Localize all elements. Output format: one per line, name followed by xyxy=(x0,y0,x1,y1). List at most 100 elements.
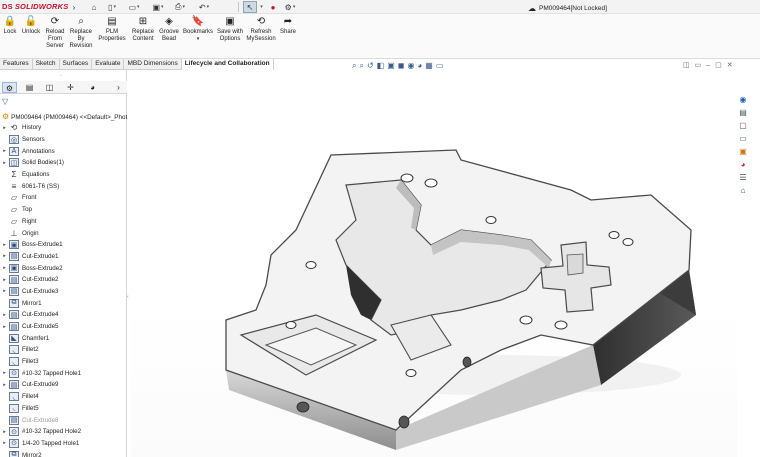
design-library-icon[interactable]: ▤ xyxy=(737,107,749,118)
tree-item[interactable]: ▸ ▤ Cut-Extrude5 xyxy=(0,321,127,333)
tree-item[interactable]: ⊥ Origin xyxy=(0,227,127,239)
folder-icon[interactable]: ▭ xyxy=(737,133,749,144)
select-icon[interactable]: ↖ xyxy=(243,1,257,13)
expand-arrow-icon[interactable]: ▸ xyxy=(0,265,9,271)
expand-arrow-icon[interactable]: ▸ xyxy=(0,148,9,154)
expand-menu-icon[interactable]: › xyxy=(70,1,78,13)
tree-item[interactable]: ▸ ⊙ 1/4-20 Tapped Hole1 xyxy=(0,438,127,450)
cut-extrude-icon: ▤ xyxy=(9,380,19,390)
feature-manager-tab-icon[interactable]: ⚙ xyxy=(2,82,17,93)
view-palette-icon[interactable]: ▣ xyxy=(737,146,749,157)
sensor-icon: ◎ xyxy=(9,135,19,145)
tab-features[interactable]: Features xyxy=(0,59,33,70)
minimize-icon[interactable]: – xyxy=(706,62,715,69)
tree-item[interactable]: ▸ ◫ Solid Bodies(1) xyxy=(0,157,127,169)
tree-item[interactable]: ▸ ▤ Cut-Extrude9 xyxy=(0,379,127,391)
display-manager-tab-icon[interactable]: ◕ xyxy=(85,82,100,93)
bookmarks-caret-icon: ▾ xyxy=(196,36,200,42)
tree-root[interactable]: ⚙ PM009464 (PM009464) <<Default>_Phot xyxy=(2,112,127,121)
tree-item[interactable]: ⧉ Mirror1 xyxy=(0,297,127,309)
graphics-area[interactable] xyxy=(131,70,737,457)
tree-item[interactable]: ▱ Right xyxy=(0,216,127,228)
tree-item[interactable]: ▸ ▤ Cut-Extrude2 xyxy=(0,274,127,286)
expand-arrow-icon[interactable]: ▸ xyxy=(0,370,9,376)
dimxpert-tab-icon[interactable]: ✛ xyxy=(63,82,78,93)
expand-arrow-icon[interactable]: ▸ xyxy=(0,253,9,259)
restore-icon[interactable]: ◫ xyxy=(683,62,695,69)
tree-item[interactable]: ▸ ▤ Cut-Extrude3 xyxy=(0,286,127,298)
select-caret-icon[interactable]: ▾ xyxy=(258,1,264,13)
expand-arrow-icon[interactable]: ▸ xyxy=(0,288,9,294)
appearances-icon[interactable]: ◕ xyxy=(737,159,749,170)
expand-arrow-icon[interactable]: ▸ xyxy=(0,324,9,330)
plm-properties-button[interactable]: ▤ PLM Properties xyxy=(96,16,128,43)
custom-properties-icon[interactable]: ☰ xyxy=(737,172,749,183)
filter-icon[interactable]: ▽ xyxy=(2,97,8,106)
property-manager-tab-icon[interactable]: ▤ xyxy=(22,82,37,93)
refresh-mysession-button[interactable]: ⟲ Refresh MySession xyxy=(246,16,276,43)
tab-lifecycle-collaboration[interactable]: Lifecycle and Collaboration xyxy=(181,59,274,70)
file-explorer-icon[interactable]: ▢ xyxy=(737,120,749,131)
tree-item[interactable]: ◎ Sensors xyxy=(0,134,127,146)
tab-evaluate[interactable]: Evaluate xyxy=(92,59,125,70)
tab-sketch[interactable]: Sketch xyxy=(33,59,60,70)
close-icon[interactable]: ✕ xyxy=(727,62,738,69)
tree-item[interactable]: ≡ 6061-T6 (SS) xyxy=(0,180,127,192)
expand-arrow-icon[interactable]: ▸ xyxy=(0,429,9,435)
expand-arrow-icon[interactable]: ▸ xyxy=(0,312,9,318)
panel-grip-icon[interactable]: ◦ xyxy=(60,73,62,79)
expand-arrow-icon[interactable]: ▸ xyxy=(0,382,9,388)
tile-icon[interactable]: ▭ xyxy=(695,62,707,69)
tab-mbd-dimensions[interactable]: MBD Dimensions xyxy=(124,59,182,70)
tree-item[interactable]: ▱ Front xyxy=(0,192,127,204)
tree-item[interactable]: ▸ ⊙ #10-32 Tapped Hole2 xyxy=(0,426,127,438)
new-document-icon[interactable]: ▯ ▾ xyxy=(104,1,120,13)
tree-item[interactable]: ▸ ▣ Boss-Extrude1 xyxy=(0,239,127,251)
expand-arrow-icon[interactable]: ▸ xyxy=(0,160,9,166)
tree-item[interactable]: ▸ ⊙ #10-32 Tapped Hole1 xyxy=(0,367,127,379)
reload-button[interactable]: ⟳ Reload From Server xyxy=(44,16,66,50)
tree-item[interactable]: ◣ Chamfer1 xyxy=(0,332,127,344)
lock-button[interactable]: 🔒 Lock xyxy=(2,16,18,36)
tree-item[interactable]: ◟ Fillet2 xyxy=(0,344,127,356)
home-pane-icon[interactable]: ⌂ xyxy=(737,185,749,196)
expand-arrow-icon[interactable]: ▸ xyxy=(0,242,9,248)
print-icon[interactable]: ⎙ ▾ xyxy=(172,1,188,13)
replace-by-revision-button[interactable]: ⌕ Replace By Revision xyxy=(68,16,94,50)
manager-tabs: ⚙ ▤ ◫ ✛ ◕ › xyxy=(0,81,127,94)
tree-item[interactable]: ◟ Fillet5 xyxy=(0,403,127,415)
undo-icon[interactable]: ↶ ▾ xyxy=(194,1,214,13)
options-icon[interactable]: ⚙ ▾ xyxy=(282,1,298,13)
open-icon[interactable]: ▭ ▾ xyxy=(126,1,142,13)
tree-item[interactable]: ◟ Fillet4 xyxy=(0,391,127,403)
part-model[interactable] xyxy=(131,70,737,457)
expand-arrow-icon[interactable]: ▸ xyxy=(0,277,9,283)
tree-item[interactable]: ▸ A Annotations xyxy=(0,145,127,157)
tree-item[interactable]: ▤ Cut-Extrude8 xyxy=(0,414,127,426)
unlock-button[interactable]: 🔓 Unlock xyxy=(20,16,42,36)
rebuild-icon[interactable]: ● xyxy=(268,1,278,13)
replace-content-button[interactable]: ⊞ Replace Content xyxy=(130,16,156,43)
expand-arrow-icon[interactable]: ▸ xyxy=(0,440,9,446)
expand-arrow-icon[interactable]: ▸ xyxy=(0,125,9,131)
tab-surfaces[interactable]: Surfaces xyxy=(60,59,93,70)
tree-item[interactable]: ▸ ⟲ History xyxy=(0,122,127,134)
home-icon[interactable]: ⌂ xyxy=(88,1,100,13)
tree-item[interactable]: ◟ Fillet3 xyxy=(0,356,127,368)
bookmarks-button[interactable]: 🔖 Bookmarks ▾ xyxy=(182,16,214,43)
tree-item[interactable]: ⧉ Mirror2 xyxy=(0,449,127,457)
tree-item[interactable]: Σ Equations xyxy=(0,169,127,181)
tree-item[interactable]: ▸ ▣ Boss-Extrude2 xyxy=(0,262,127,274)
save-with-options-button[interactable]: ▣ Save with Options xyxy=(216,16,244,43)
tree-item[interactable]: ▸ ▤ Cut-Extrude1 xyxy=(0,251,127,263)
maximize-icon[interactable]: ▢ xyxy=(715,62,727,69)
tree-item[interactable]: ▸ ▤ Cut-Extrude4 xyxy=(0,309,127,321)
share-button[interactable]: ➦ Share xyxy=(278,16,298,36)
panel-expand-icon[interactable]: › xyxy=(111,82,126,93)
tree-item[interactable]: ▱ Top xyxy=(0,204,127,216)
solidworks-resources-icon[interactable]: ◉ xyxy=(737,94,749,105)
tree-item-label: Cut-Extrude3 xyxy=(22,287,59,295)
save-icon[interactable]: ▣ ▾ xyxy=(150,1,166,13)
configuration-manager-tab-icon[interactable]: ◫ xyxy=(42,82,57,93)
groove-bead-button[interactable]: ◈ Groove Bead xyxy=(158,16,180,43)
